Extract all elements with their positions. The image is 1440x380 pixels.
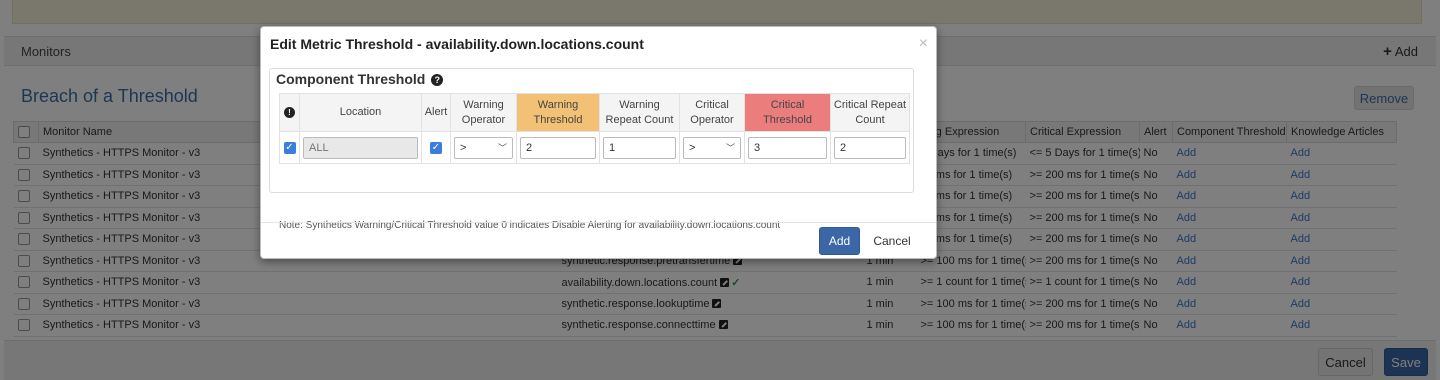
help-icon[interactable]: ?	[431, 74, 444, 86]
chevron-down-icon: ﹀	[725, 143, 735, 153]
close-icon[interactable]: ×	[919, 35, 928, 53]
warning-operator-value: >	[460, 141, 467, 154]
edit-threshold-modal: Edit Metric Threshold - availability.dow…	[260, 26, 937, 259]
panel-title-text: Component Threshold	[276, 71, 426, 87]
warning-threshold-input[interactable]	[520, 136, 596, 159]
threshold-row: ✓ ✓ >﹀ >﹀	[279, 131, 910, 164]
warning-repeat-input[interactable]	[603, 136, 676, 159]
alert-cell: ✓	[421, 131, 451, 164]
modal-title: Edit Metric Threshold - availability.dow…	[270, 36, 644, 52]
location-cell	[299, 131, 422, 164]
critical-operator-cell: > ﹀	[679, 131, 745, 164]
chevron-down-icon: ﹀	[497, 143, 507, 153]
modal-footer-divider	[261, 222, 936, 223]
location-input[interactable]	[303, 136, 418, 159]
threshold-table: ! Location Alert Warning Operator Warnin…	[279, 93, 910, 164]
warning-operator-cell: > ﹀	[450, 131, 517, 164]
header-critical-operator: Critical Operator	[679, 93, 745, 132]
modal-cancel-button[interactable]: Cancel	[867, 227, 917, 255]
header-alert: Alert	[421, 93, 451, 132]
critical-operator-select[interactable]: > ﹀	[683, 136, 741, 159]
header-warning-operator: Warning Operator	[450, 93, 517, 132]
critical-threshold-cell	[744, 131, 831, 164]
critical-operator-value: >	[689, 141, 696, 154]
warning-operator-select[interactable]: > ﹀	[454, 136, 513, 159]
header-warning-repeat: Warning Repeat Count	[599, 93, 680, 132]
threshold-header-row: ! Location Alert Warning Operator Warnin…	[279, 93, 910, 132]
critical-threshold-input[interactable]	[748, 136, 827, 159]
header-location: Location	[299, 93, 422, 132]
row-select-cell: ✓	[279, 131, 300, 164]
header-critical-threshold: Critical Threshold	[744, 93, 831, 132]
header-warning-threshold: Warning Threshold	[516, 93, 600, 132]
critical-repeat-cell	[830, 131, 910, 164]
info-icon[interactable]: !	[284, 107, 295, 118]
component-threshold-panel: Component Threshold ? ! Location Alert W…	[269, 68, 914, 231]
alert-checkbox[interactable]: ✓	[430, 141, 442, 154]
critical-repeat-input[interactable]	[834, 136, 906, 159]
row-select-checkbox[interactable]: ✓	[283, 141, 296, 154]
warning-threshold-cell	[516, 131, 600, 164]
warning-repeat-cell	[599, 131, 680, 164]
modal-add-button[interactable]: Add	[819, 227, 860, 255]
header-critical-repeat: Critical Repeat Count	[830, 93, 910, 132]
info-header: !	[279, 93, 300, 132]
panel-title: Component Threshold ?	[276, 71, 444, 87]
